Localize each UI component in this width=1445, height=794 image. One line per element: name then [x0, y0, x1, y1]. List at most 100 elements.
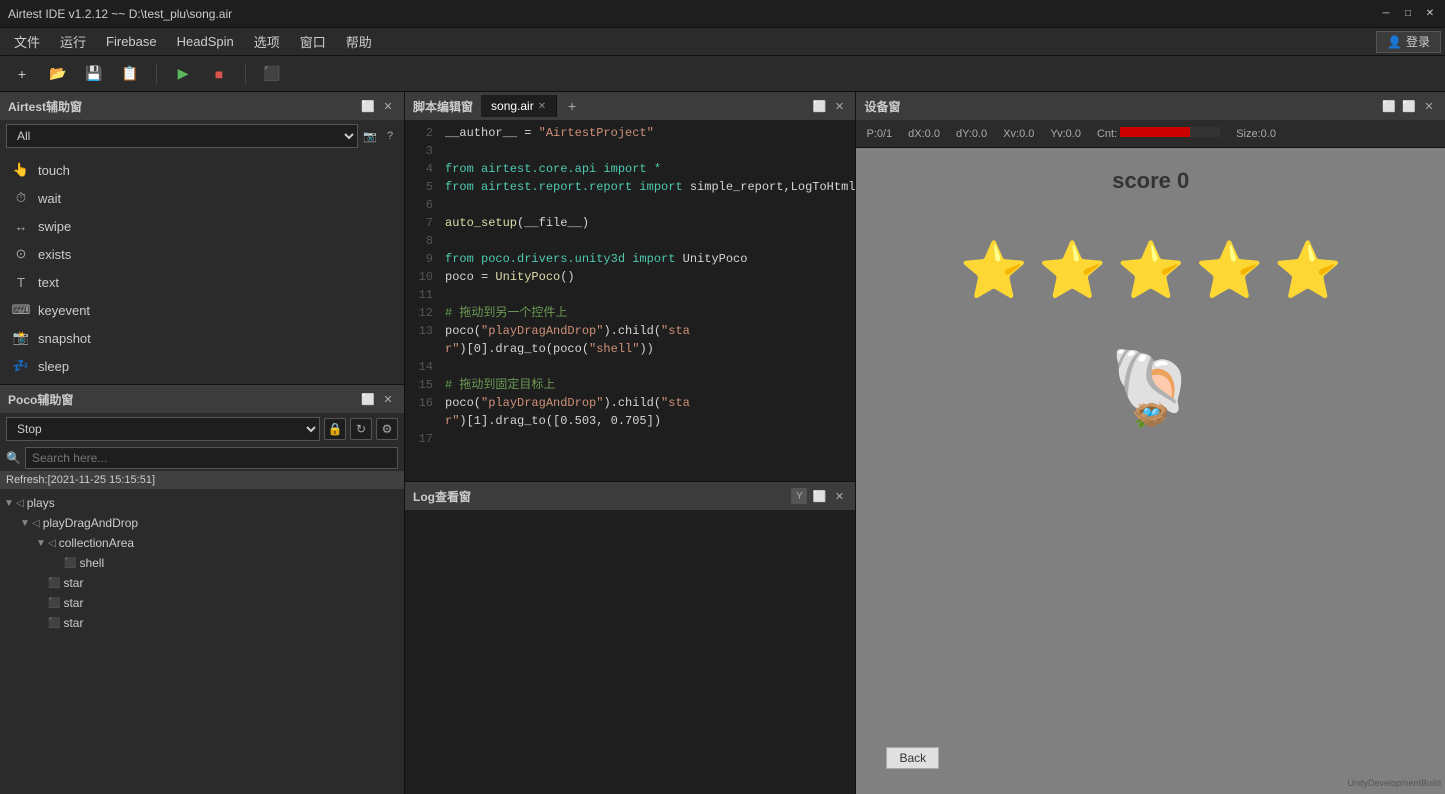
- code-line-11: 11: [405, 286, 855, 304]
- airtest-item-keyevent[interactable]: ⌨ keyevent: [0, 296, 404, 324]
- menu-headspin[interactable]: HeadSpin: [167, 30, 244, 53]
- poco-close-icon[interactable]: ✕: [380, 391, 396, 407]
- airtest-expand-icon[interactable]: ⬜: [360, 98, 376, 114]
- save-as-icon: 📋: [121, 65, 138, 82]
- back-button[interactable]: Back: [886, 747, 939, 769]
- tree-node-star-3[interactable]: ⬛ star: [0, 613, 404, 633]
- device-stat-xv: Xv:0.0: [997, 128, 1040, 140]
- save-as-button[interactable]: 📋: [116, 60, 144, 88]
- device-header: 设备窗 ⬜ ⬜ ✕: [856, 92, 1445, 120]
- poco-mode-select[interactable]: Stop: [6, 417, 320, 441]
- swipe-icon: ↔: [12, 217, 30, 235]
- airtest-filter-select[interactable]: All: [6, 124, 358, 148]
- toolbar-separator-2: [245, 64, 246, 84]
- expand-playdraganddrop-icon[interactable]: ▼: [20, 518, 32, 529]
- airtest-item-wait[interactable]: ⏱ wait: [0, 184, 404, 212]
- close-button[interactable]: ✕: [1423, 7, 1437, 21]
- airtest-item-snapshot[interactable]: 📸 snapshot: [0, 324, 404, 352]
- airtest-panel-icons: ⬜ ✕: [360, 98, 396, 114]
- run-button[interactable]: ▶: [169, 60, 197, 88]
- poco-refresh-icon[interactable]: ↻: [350, 418, 372, 440]
- code-line-7: 7 auto_setup(__file__): [405, 214, 855, 232]
- log-expand-icon[interactable]: ⬜: [811, 488, 827, 504]
- log-filter-icon[interactable]: Y: [791, 488, 807, 504]
- poco-filter: Stop 🔒 ↻ ⚙: [0, 413, 404, 445]
- code-line-14: 14: [405, 358, 855, 376]
- tree-node-collectionarea[interactable]: ▼ ◁ collectionArea: [0, 533, 404, 553]
- tree-node-star-2[interactable]: ⬛ star: [0, 593, 404, 613]
- keyevent-icon: ⌨: [12, 301, 30, 319]
- device-header-icons: ⬜ ⬜ ✕: [1381, 98, 1437, 114]
- tab-close-icon[interactable]: ✕: [538, 101, 546, 112]
- poco-refresh-bar[interactable]: Refresh:[2021-11-25 15:15:51]: [0, 471, 404, 489]
- poco-expand-icon[interactable]: ⬜: [360, 391, 376, 407]
- airtest-close-icon[interactable]: ✕: [380, 98, 396, 114]
- airtest-item-swipe[interactable]: ↔ swipe: [0, 212, 404, 240]
- airtest-item-exists[interactable]: ⊙ exists: [0, 240, 404, 268]
- code-line-16b: r")[1].drag_to([0.503, 0.705]): [405, 412, 855, 430]
- airtest-screenshot-icon[interactable]: 📷: [362, 128, 378, 144]
- device-popout-icon[interactable]: ⬜: [1381, 98, 1397, 114]
- device-close-icon[interactable]: ✕: [1421, 98, 1437, 114]
- expand-plays-icon[interactable]: ▼: [4, 498, 16, 509]
- left-panel: Airtest辅助窗 ⬜ ✕ All 📷 ? 👆 touch: [0, 92, 405, 794]
- star-3: ⭐: [1116, 238, 1184, 303]
- maximize-button[interactable]: □: [1401, 7, 1415, 21]
- tree-node-plays[interactable]: ▼ ◁ plays: [0, 493, 404, 513]
- poco-search: 🔍: [0, 445, 404, 471]
- add-tab-button[interactable]: +: [561, 95, 583, 117]
- log-close-icon[interactable]: ✕: [831, 488, 847, 504]
- tree-node-playdraganddrop[interactable]: ▼ ◁ playDragAndDrop: [0, 513, 404, 533]
- login-button[interactable]: 👤 登录: [1376, 31, 1441, 53]
- toolbar-separator: [156, 64, 157, 84]
- code-line-12: 12 # 拖动到另一个控件上: [405, 304, 855, 322]
- right-panel: 设备窗 ⬜ ⬜ ✕ P:0/1 dX:0.0 dY:0.0 Xv:0.0 Yv:…: [856, 92, 1445, 794]
- log-content: [405, 510, 855, 794]
- title-bar: Airtest IDE v1.2.12 ~~ D:\test_plu\song.…: [0, 0, 1445, 28]
- poco-settings-icon[interactable]: ⚙: [376, 418, 398, 440]
- airtest-list: 👆 touch ⏱ wait ↔ swipe ⊙ exists T tex: [0, 152, 404, 384]
- airtest-filter: All 📷 ?: [0, 120, 404, 152]
- tree-node-shell[interactable]: ⬛ shell: [0, 553, 404, 573]
- tree-node-star-1[interactable]: ⬛ star: [0, 573, 404, 593]
- airtest-item-text[interactable]: T text: [0, 268, 404, 296]
- airtest-item-touch[interactable]: 👆 touch: [0, 156, 404, 184]
- sleep-icon: 💤: [12, 357, 30, 375]
- app-title: Airtest IDE v1.2.12 ~~ D:\test_plu\song.…: [8, 7, 1379, 21]
- airtest-help-icon[interactable]: ?: [382, 128, 398, 144]
- code-editor[interactable]: 2 __author__ = "AirtestProject" 3 4 from…: [405, 120, 855, 481]
- device-expand-icon[interactable]: ⬜: [1401, 98, 1417, 114]
- code-line-16: 16 poco("playDragAndDrop").child("sta: [405, 394, 855, 412]
- open-file-button[interactable]: 📂: [44, 60, 72, 88]
- record-button[interactable]: ⬛: [258, 60, 286, 88]
- save-button[interactable]: 💾: [80, 60, 108, 88]
- menu-file[interactable]: 文件: [4, 28, 50, 55]
- log-panel: Log查看窗 Y ⬜ ✕: [405, 482, 855, 794]
- minimize-button[interactable]: ─: [1379, 7, 1393, 21]
- menu-options[interactable]: 选项: [244, 28, 290, 55]
- menu-help[interactable]: 帮助: [336, 28, 382, 55]
- editor-expand-icon[interactable]: ⬜: [811, 98, 827, 114]
- menu-run[interactable]: 运行: [50, 28, 96, 55]
- menu-firebase[interactable]: Firebase: [96, 30, 167, 53]
- airtest-item-sleep[interactable]: 💤 sleep: [0, 352, 404, 380]
- editor-close-icon[interactable]: ✕: [831, 98, 847, 114]
- poco-lock-icon[interactable]: 🔒: [324, 418, 346, 440]
- device-stat-dy: dY:0.0: [950, 128, 993, 140]
- expand-collectionarea-icon[interactable]: ▼: [36, 538, 48, 549]
- stop-button[interactable]: ■: [205, 60, 233, 88]
- code-line-4: 4 from airtest.core.api import *: [405, 160, 855, 178]
- new-file-button[interactable]: +: [8, 60, 36, 88]
- code-line-13b: r")[0].drag_to(poco("shell")): [405, 340, 855, 358]
- editor-tab-song[interactable]: song.air ✕: [481, 95, 557, 117]
- poco-search-input[interactable]: [25, 447, 398, 469]
- star-1: ⭐: [960, 238, 1028, 303]
- text-icon: T: [12, 273, 30, 291]
- open-icon: 📂: [49, 65, 66, 82]
- device-panel-title: 设备窗: [864, 98, 900, 115]
- middle-panel: 脚本编辑窗 song.air ✕ + ⬜ ✕ 2 __author__ = "A…: [405, 92, 856, 794]
- menu-window[interactable]: 窗口: [290, 28, 336, 55]
- main-layout: Airtest辅助窗 ⬜ ✕ All 📷 ? 👆 touch: [0, 92, 1445, 794]
- shell-container: 🐚 🪺: [1110, 348, 1191, 433]
- code-line-5: 5 from airtest.report.report import simp…: [405, 178, 855, 196]
